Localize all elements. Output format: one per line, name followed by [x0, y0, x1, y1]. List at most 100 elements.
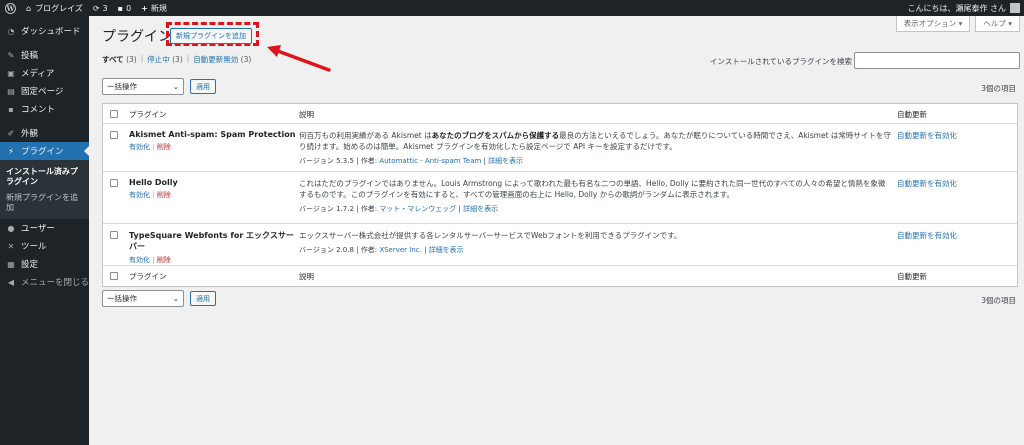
collapse-icon: ◀	[7, 277, 15, 287]
bulk-actions-bottom: 一括操作 ⌄ 適用	[102, 290, 216, 307]
plugin-icon: ⚡	[8, 146, 14, 156]
description-text: これはただのプラグインではありません。Louis Armstrong によって歌…	[299, 179, 886, 199]
wordpress-logo-icon: W	[5, 2, 16, 14]
my-account-link[interactable]: こんにちは、瀬尾泰作 さん	[907, 3, 1024, 14]
sidebar-item-media[interactable]: ▣ メディア	[0, 64, 89, 82]
column-footer-description: 説明	[299, 272, 314, 281]
sidebar-item-label: 投稿	[21, 51, 39, 61]
comment-icon: ▪	[117, 3, 124, 13]
page-icon: ▤	[7, 86, 15, 96]
add-new-plugin-button[interactable]: 新規プラグインを追加	[170, 28, 252, 44]
bulk-select-label: 一括操作	[107, 294, 137, 303]
page-title: プラグイン	[102, 29, 172, 45]
enable-auto-update-link[interactable]: 自動更新を有効化	[897, 131, 957, 140]
filter-all[interactable]: すべて (3)	[102, 54, 137, 65]
collapse-label: メニューを閉じる	[21, 278, 90, 288]
wp-logo-menu[interactable]: W	[0, 0, 21, 16]
plugin-description: これはただのプラグインではありません。Louis Armstrong によって歌…	[299, 178, 891, 200]
wrench-icon: ✕	[7, 241, 15, 251]
row-checkbox[interactable]	[110, 179, 118, 187]
sidebar-item-tools[interactable]: ✕ ツール	[0, 237, 89, 255]
filter-inactive[interactable]: 停止中 (3)	[147, 54, 183, 65]
screen-options-button[interactable]: 表示オプション ▾	[895, 16, 971, 32]
sidebar-item-settings[interactable]: ▦ 設定	[0, 255, 89, 273]
activate-link[interactable]: 有効化	[129, 256, 150, 264]
new-label: 新規	[150, 3, 167, 13]
filter-separator: |	[186, 54, 190, 63]
filter-auto-update-disabled[interactable]: 自動更新無効 (3)	[193, 54, 251, 65]
activate-link[interactable]: 有効化	[129, 191, 150, 199]
comment-icon: ▪	[8, 104, 14, 114]
select-all-checkbox[interactable]	[110, 110, 118, 118]
sidebar-item-posts[interactable]: ✎ 投稿	[0, 46, 89, 64]
sidebar-item-label: コメント	[21, 105, 56, 115]
sidebar-item-label: プラグイン	[21, 147, 64, 157]
delete-link[interactable]: 削除	[157, 191, 171, 199]
site-name-label: ブログレイズ	[35, 3, 83, 13]
column-footer-plugin: プラグイン	[129, 272, 167, 281]
brush-icon: ✐	[7, 128, 15, 138]
select-all-checkbox[interactable]	[110, 272, 118, 280]
items-count: 3個の項目	[981, 296, 1016, 305]
apply-button[interactable]: 適用	[190, 79, 216, 94]
sidebar-item-pages[interactable]: ▤ 固定ページ	[0, 82, 89, 100]
status-filter-links: すべて (3) | 停止中 (3) | 自動更新無効 (3)	[102, 54, 251, 65]
plugin-description: エックスサーバー株式会社が提供する各レンタルサーバーサービスでWebフォントを利…	[299, 230, 891, 241]
sidebar-item-comments[interactable]: ▪ コメント	[0, 100, 89, 118]
site-name-link[interactable]: ⌂ ブログレイズ	[21, 0, 88, 16]
apply-button[interactable]: 適用	[190, 291, 216, 306]
updates-count: 3	[102, 3, 108, 13]
items-count: 3個の項目	[981, 84, 1016, 93]
action-separator: |	[152, 143, 155, 151]
details-link[interactable]: 詳細を表示	[463, 205, 498, 213]
row-checkbox[interactable]	[110, 131, 118, 139]
plugin-search-input[interactable]	[854, 52, 1020, 69]
new-content-link[interactable]: + 新規	[136, 0, 172, 16]
plugin-name: TypeSquare Webfonts for エックスサーバー	[129, 231, 294, 251]
enable-auto-update-link[interactable]: 自動更新を有効化	[897, 231, 957, 240]
column-header-plugin: プラグイン	[129, 110, 167, 119]
comments-link[interactable]: ▪ 0	[113, 0, 137, 16]
plugin-name: Hello Dolly	[129, 178, 178, 187]
admin-sidebar: ◔ ダッシュボード ✎ 投稿 ▣ メディア ▤ 固定ページ ▪ コメント ✐ 外観 ⚡ プラグ…	[0, 16, 89, 445]
submenu-add-new-plugin[interactable]: 新規プラグインを追加	[0, 190, 89, 216]
delete-link[interactable]: 削除	[157, 143, 171, 151]
filter-auto-disabled-count: (3)	[240, 55, 252, 64]
bulk-actions-top: 一括操作 ⌄ 適用	[102, 78, 216, 95]
plugin-version: バージョン 2.0.8	[299, 246, 354, 254]
sidebar-item-label: ツール	[21, 242, 47, 252]
screen-meta-links: 表示オプション ▾ ヘルプ ▾	[895, 16, 1020, 32]
sidebar-item-plugins[interactable]: ⚡ プラグイン	[0, 142, 89, 160]
column-header-description: 説明	[299, 110, 314, 119]
sidebar-item-label: メディア	[21, 69, 55, 79]
enable-auto-update-link[interactable]: 自動更新を有効化	[897, 179, 957, 188]
author-link[interactable]: マット・マレンウェッグ	[379, 205, 456, 213]
bulk-action-select[interactable]: 一括操作 ⌄	[102, 78, 184, 95]
help-button[interactable]: ヘルプ ▾	[975, 16, 1020, 32]
settings-icon: ▦	[7, 259, 15, 269]
avatar	[1010, 3, 1020, 13]
sidebar-item-appearance[interactable]: ✐ 外観	[0, 124, 89, 142]
updates-link[interactable]: ⟳ 3	[88, 0, 113, 16]
sidebar-item-label: 外観	[21, 129, 39, 139]
author-link[interactable]: Automattic - Anti-spam Team	[379, 157, 481, 165]
table-header-row: プラグイン 説明 自動更新	[103, 104, 1017, 124]
bulk-action-select[interactable]: 一括操作 ⌄	[102, 290, 184, 307]
row-checkbox[interactable]	[110, 231, 118, 239]
sidebar-item-dashboard[interactable]: ◔ ダッシュボード	[0, 22, 89, 40]
home-icon: ⌂	[26, 3, 32, 13]
table-row: TypeSquare Webfonts for エックスサーバー 有効化 | 削…	[103, 224, 1017, 266]
details-link[interactable]: 詳細を表示	[488, 157, 523, 165]
greeting-text: こんにちは、瀬尾泰作 さん	[907, 3, 1006, 13]
collapse-menu-button[interactable]: ◀ メニューを閉じる	[0, 273, 89, 291]
author-link[interactable]: XServer Inc.	[379, 246, 422, 254]
filter-all-count: (3)	[126, 55, 137, 64]
details-link[interactable]: 詳細を表示	[429, 246, 464, 254]
sidebar-item-label: 固定ページ	[21, 87, 64, 97]
comments-count: 0	[126, 3, 132, 13]
sidebar-item-users[interactable]: ● ユーザー	[0, 219, 89, 237]
author-prefix: 作者:	[360, 246, 378, 254]
delete-link[interactable]: 削除	[157, 256, 171, 264]
activate-link[interactable]: 有効化	[129, 143, 150, 151]
submenu-installed-plugins[interactable]: インストール済みプラグイン	[0, 164, 89, 190]
